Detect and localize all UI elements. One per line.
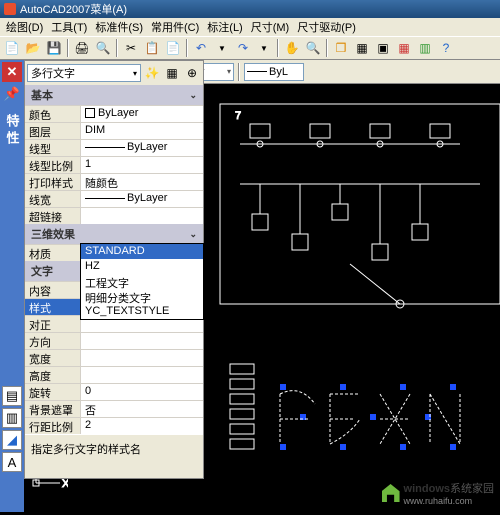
row-height[interactable]: 高度	[25, 366, 203, 383]
style-option[interactable]: HZ	[81, 259, 203, 274]
close-panel-icon[interactable]: ✕	[2, 62, 22, 82]
row-layer[interactable]: 图层DIM	[25, 122, 203, 139]
quickselect-icon[interactable]: ✨	[143, 64, 161, 82]
style-option[interactable]: 明细分类文字	[81, 289, 203, 304]
row-bgmask[interactable]: 背景遮罩否	[25, 400, 203, 417]
watermark-logo-icon	[382, 484, 400, 502]
menu-bar: 绘图(D) 工具(T) 标准件(S) 常用件(C) 标注(L) 尺寸(M) 尺寸…	[0, 18, 500, 36]
cut-icon[interactable]: ✂	[121, 38, 141, 58]
preview-icon[interactable]: 🔍	[93, 38, 113, 58]
menu-dimension[interactable]: 尺寸(M)	[247, 18, 294, 36]
row-linetype[interactable]: 线型ByLayer	[25, 139, 203, 156]
row-width[interactable]: 宽度	[25, 349, 203, 366]
left-dock: ✕ 📌 特性 ▤ ▥ ◢ A	[0, 60, 24, 512]
row-color[interactable]: 颜色ByLayer	[25, 105, 203, 122]
menu-common[interactable]: 常用件(C)	[147, 18, 203, 36]
menu-dimdrive[interactable]: 尺寸驱动(P)	[293, 18, 360, 36]
undo-dd-icon[interactable]: ▼	[212, 38, 232, 58]
paste-icon[interactable]: 📄	[163, 38, 183, 58]
svg-text:X: X	[62, 478, 68, 490]
new-icon[interactable]: 📄	[2, 38, 22, 58]
redo-icon[interactable]: ↷	[233, 38, 253, 58]
zoom-icon[interactable]: 🔍	[303, 38, 323, 58]
pickadd-icon[interactable]: ⊕	[183, 64, 201, 82]
watermark: windows系统家园 www.ruhaifu.com	[382, 480, 494, 506]
app-title: AutoCAD2007菜单(A)	[20, 1, 127, 17]
props-icon[interactable]: ▦	[352, 38, 372, 58]
row-ltscale[interactable]: 线型比例1	[25, 156, 203, 173]
object-type-combo[interactable]: 多行文字 ▾	[27, 64, 141, 82]
section-3d[interactable]: 三维效果⌄	[25, 224, 203, 244]
redo-dd-icon[interactable]: ▼	[254, 38, 274, 58]
menu-tools[interactable]: 工具(T)	[47, 18, 91, 36]
dock-label: 特性	[3, 114, 22, 148]
menu-annotate[interactable]: 标注(L)	[203, 18, 246, 36]
row-lineweight[interactable]: 线宽ByLayer	[25, 190, 203, 207]
style-dropdown-list[interactable]: STANDARD HZ 工程文字 明细分类文字 YC_TEXTSTYLE	[80, 243, 204, 320]
row-hyperlink[interactable]: 超链接	[25, 207, 203, 224]
open-icon[interactable]: 📂	[23, 38, 43, 58]
standard-toolbar: 📄 📂 💾 🖨 🔍 ✂ 📋 📄 ↶ ▼ ↷ ▼ ✋ 🔍 ❒ ▦ ▣ ▦ ▥ ?	[0, 36, 500, 60]
blocks-icon[interactable]: ▣	[373, 38, 393, 58]
row-direction[interactable]: 方向	[25, 332, 203, 349]
row-linespace[interactable]: 行距比例2	[25, 417, 203, 434]
pan-icon[interactable]: ✋	[282, 38, 302, 58]
tool1-icon[interactable]: ▦	[394, 38, 414, 58]
style-option[interactable]: STANDARD	[81, 244, 203, 259]
save-icon[interactable]: 💾	[44, 38, 64, 58]
calc-icon[interactable]: ▥	[415, 38, 435, 58]
pin-icon[interactable]: 📌	[2, 84, 22, 104]
linetype-combo[interactable]: ByL	[244, 63, 304, 81]
title-bar: AutoCAD2007菜单(A)	[0, 0, 500, 18]
row-rotation[interactable]: 旋转0	[25, 383, 203, 400]
app-icon	[4, 3, 16, 15]
layers-icon[interactable]: ❒	[331, 38, 351, 58]
help-icon[interactable]: ?	[436, 38, 456, 58]
dock-tab2-icon[interactable]: ▥	[2, 408, 22, 428]
row-plotstyle[interactable]: 打印样式随颜色	[25, 173, 203, 190]
copy-icon[interactable]: 📋	[142, 38, 162, 58]
menu-stdparts[interactable]: 标准件(S)	[91, 18, 147, 36]
menu-draw[interactable]: 绘图(D)	[2, 18, 47, 36]
style-option[interactable]: 工程文字	[81, 274, 203, 289]
property-hint: 指定多行文字的样式名	[25, 434, 203, 478]
lt-combo-value: ByL	[269, 66, 288, 78]
dock-tab4-icon[interactable]: A	[2, 452, 22, 472]
print-icon[interactable]: 🖨	[72, 38, 92, 58]
style-option[interactable]: YC_TEXTSTYLE	[81, 304, 203, 319]
dock-tab3-icon[interactable]: ◢	[2, 430, 22, 450]
dock-tab1-icon[interactable]: ▤	[2, 386, 22, 406]
undo-icon[interactable]: ↶	[191, 38, 211, 58]
section-basic[interactable]: 基本⌄	[25, 85, 203, 105]
selectobj-icon[interactable]: ▦	[163, 64, 181, 82]
object-type-value: 多行文字	[31, 65, 75, 81]
